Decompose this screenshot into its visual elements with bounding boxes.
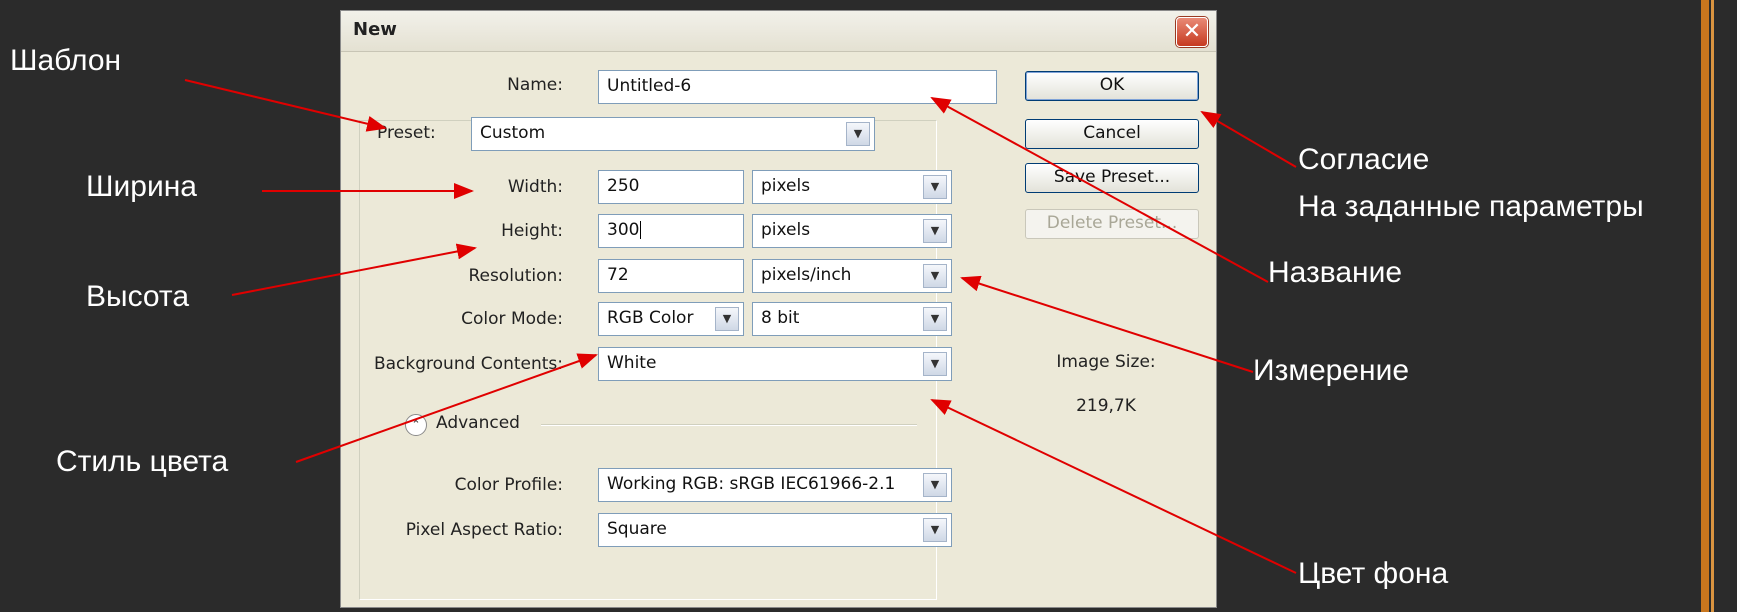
arrow-name: [930, 97, 1269, 283]
arrow-preset: [184, 79, 387, 132]
arrow-units: [960, 275, 1254, 373]
arrow-background: [930, 399, 1297, 574]
annotation-arrows: [184, 79, 1297, 574]
arrow-ok: [1200, 110, 1297, 168]
arrow-color-style: [295, 353, 598, 463]
arrow-height: [231, 243, 477, 296]
